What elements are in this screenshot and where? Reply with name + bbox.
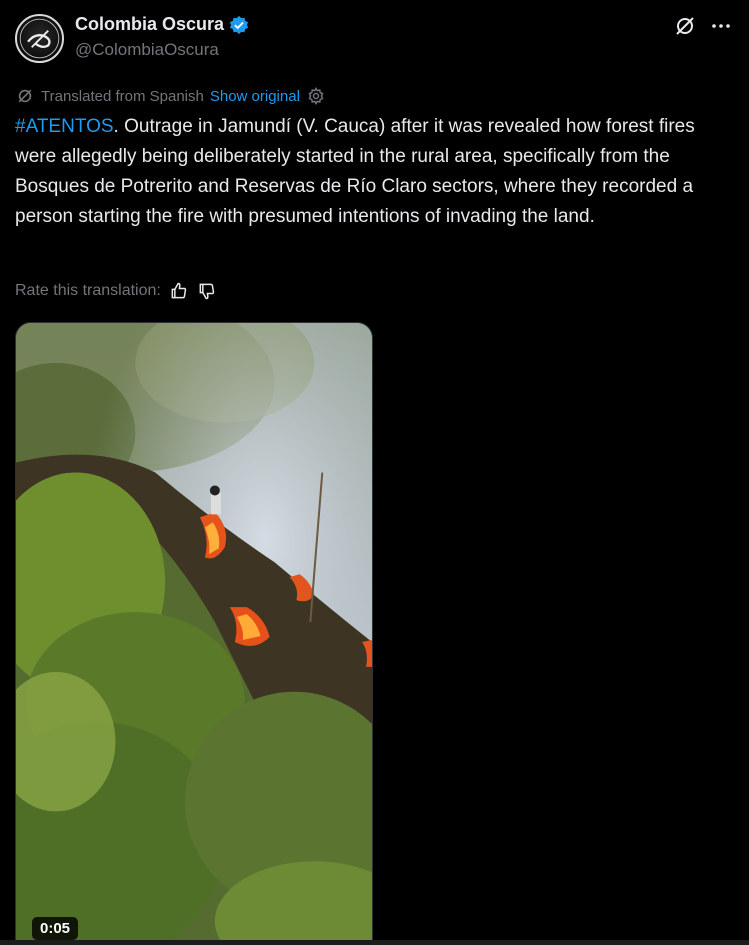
tweet-body: . Outrage in Jamundí (V. Cauca) after it… bbox=[15, 116, 695, 227]
gear-icon[interactable] bbox=[306, 86, 326, 106]
avatar-logo bbox=[19, 18, 60, 59]
translate-icon bbox=[15, 86, 35, 106]
more-icon[interactable] bbox=[709, 14, 733, 38]
rate-translation: Rate this translation: bbox=[15, 280, 217, 302]
user-handle[interactable]: @ColombiaOscura bbox=[75, 40, 219, 60]
thumbs-up-icon[interactable] bbox=[169, 281, 189, 301]
video-duration: 0:05 bbox=[32, 917, 79, 940]
avatar[interactable] bbox=[15, 14, 64, 63]
rate-label: Rate this translation: bbox=[15, 282, 161, 299]
grok-icon[interactable] bbox=[673, 14, 697, 38]
thumbs-down-icon[interactable] bbox=[197, 281, 217, 301]
bottom-divider bbox=[0, 940, 749, 945]
display-name[interactable]: Colombia Oscura bbox=[75, 14, 224, 35]
translation-notice: Translated from Spanish Show original bbox=[15, 85, 326, 107]
verified-badge-icon bbox=[229, 15, 249, 35]
translated-label: Translated from Spanish bbox=[41, 87, 204, 105]
tweet-header: Colombia Oscura @ColombiaOscura bbox=[15, 12, 733, 64]
video-player[interactable]: 0:05 bbox=[15, 322, 373, 945]
hashtag-link[interactable]: #ATENTOS bbox=[15, 116, 114, 137]
video-thumbnail bbox=[16, 323, 372, 944]
tweet-text: #ATENTOS. Outrage in Jamundí (V. Cauca) … bbox=[15, 112, 715, 232]
show-original-link[interactable]: Show original bbox=[210, 88, 300, 105]
